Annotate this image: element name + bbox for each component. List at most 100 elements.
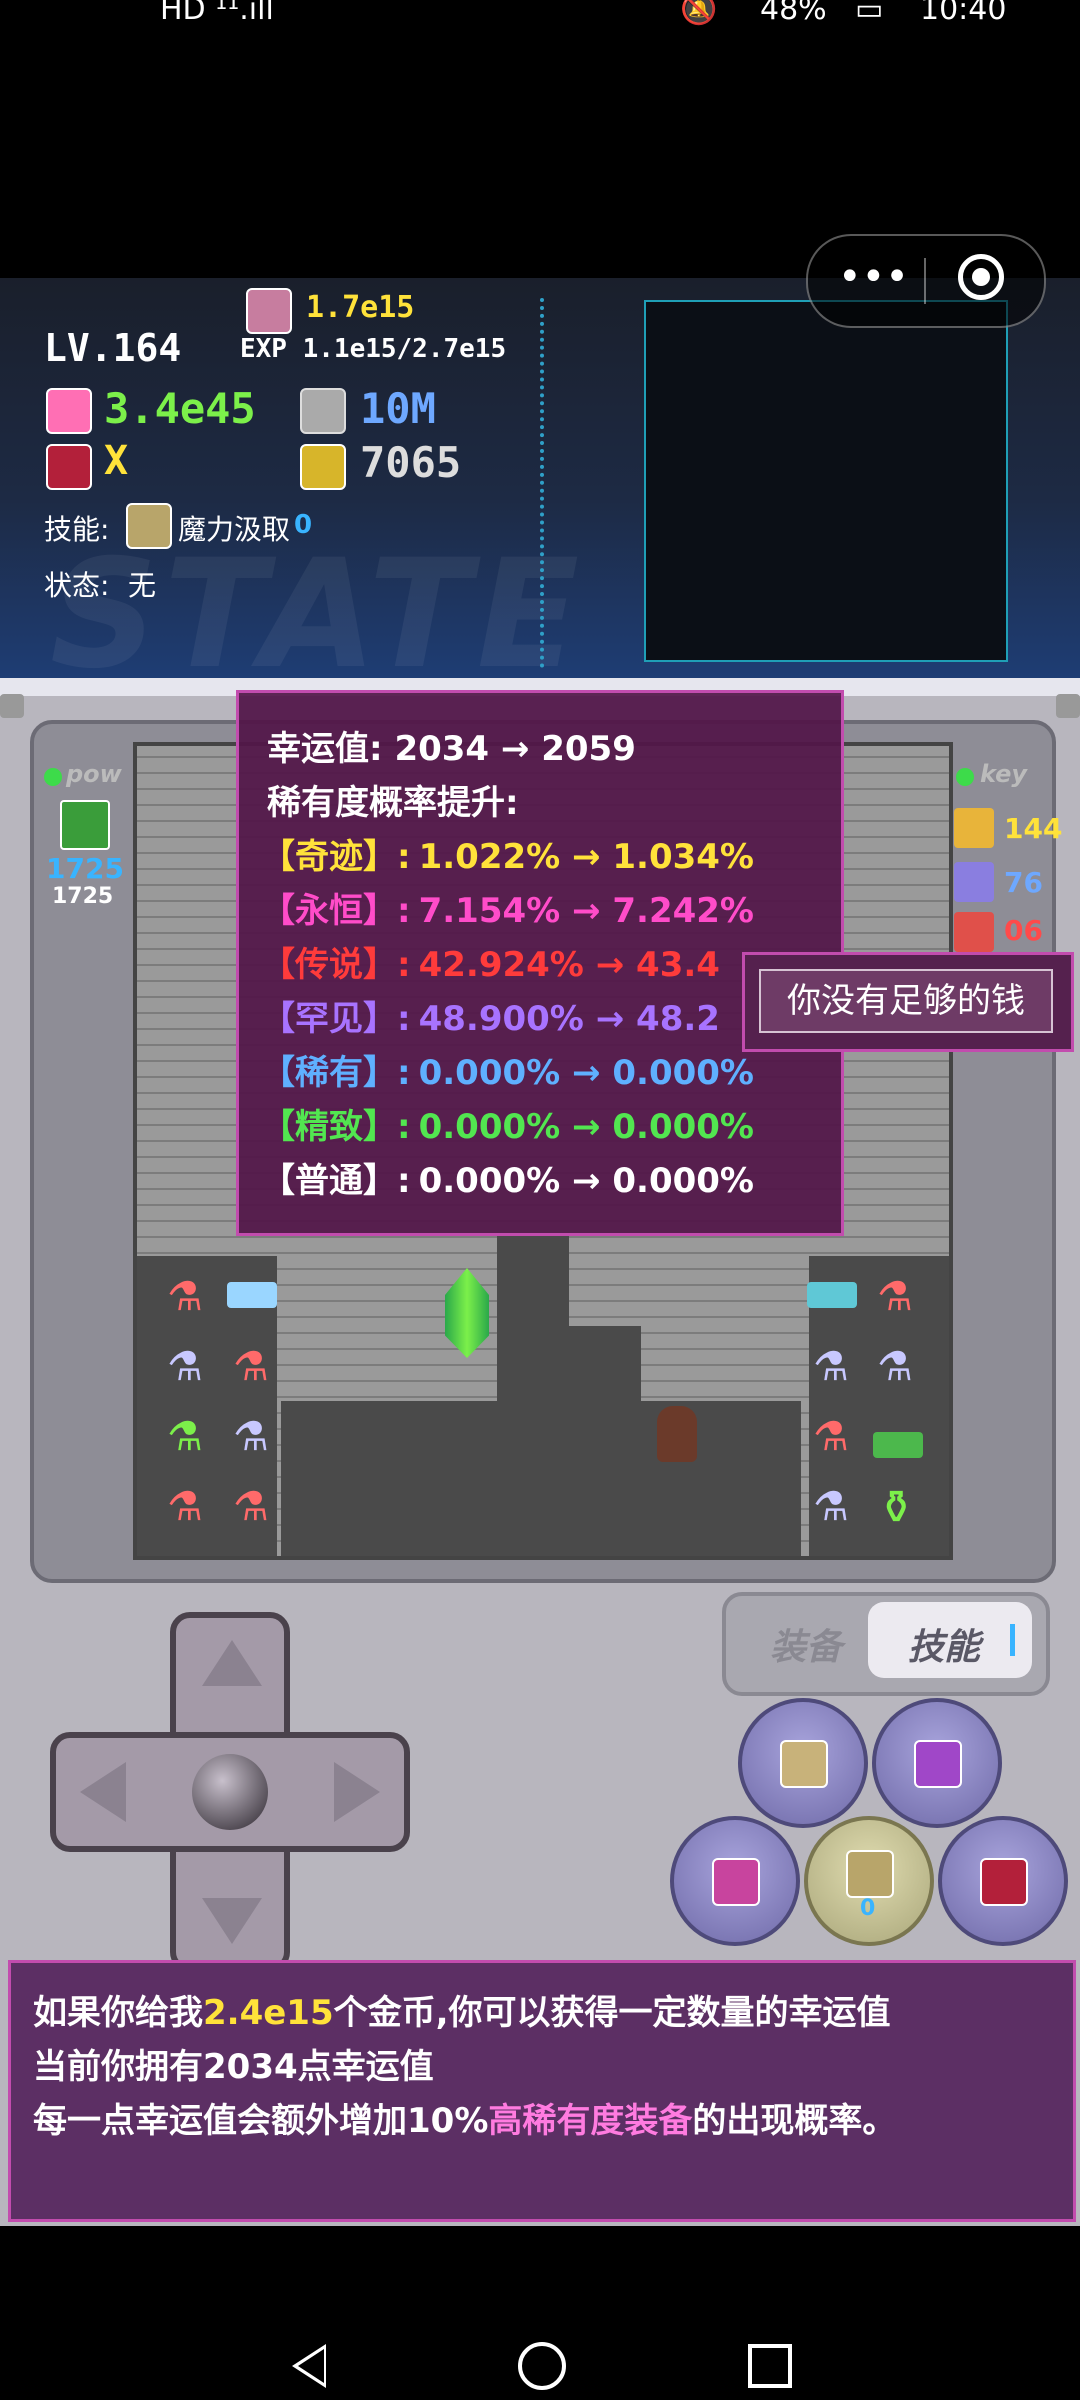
dpad-center (192, 1754, 268, 1830)
spellbook-icon[interactable] (227, 1282, 277, 1308)
rarity-value: 0.000% → 0.000% (418, 1161, 754, 1201)
rarity-row: 【稀有】: 0.000% → 0.000% (261, 1045, 754, 1094)
red-potion-icon[interactable]: ⚗ (167, 1484, 203, 1530)
teal-book-icon[interactable] (807, 1282, 857, 1308)
rarity-value: 0.000% → 0.000% (418, 1053, 754, 1093)
tab-indicator (1010, 1624, 1015, 1656)
close-miniprogram-icon[interactable] (958, 254, 1004, 300)
skill-button-sword[interactable] (938, 1816, 1068, 1946)
dialog-text: 点幸运值 (297, 2047, 434, 2087)
status-bar: HD ¹¹.ıll 🔕 48% ▭ 10:40 (0, 0, 1080, 40)
key-indicator (956, 768, 974, 786)
gold-value: 1.7e15 (306, 290, 415, 325)
green-potion-icon[interactable]: ⚗ (167, 1414, 203, 1460)
pow-value: 1725 (46, 852, 124, 885)
exp: EXP 1.1e15/2.7e15 (240, 334, 507, 364)
book-icon[interactable] (60, 800, 110, 850)
signal-indicator: HD ¹¹.ıll (160, 0, 274, 27)
dialog-text: 的出现概率。 (692, 2101, 897, 2141)
dpad-right-arrow[interactable] (334, 1762, 380, 1822)
rarity-name: 【奇迹】: (261, 837, 411, 877)
skill-button-active[interactable]: 0 (804, 1816, 934, 1946)
dpad-down-arrow[interactable] (202, 1898, 262, 1944)
magic-drain-icon (126, 503, 172, 549)
luck-line: 幸运值: 2034 → 2059 (267, 721, 636, 770)
home-icon[interactable] (518, 2342, 566, 2390)
dialog-text: 个金币,你可以获得一定数量的幸运值 (333, 1993, 891, 2033)
skill-level: 0 (294, 510, 313, 540)
skill-button-wing[interactable] (872, 1698, 1002, 1828)
recents-icon[interactable] (748, 2344, 792, 2388)
green-book-icon[interactable] (873, 1432, 923, 1458)
system-navbar (0, 2226, 1080, 2400)
blue-key-count: 76 (1004, 866, 1043, 899)
yellow-key-icon (954, 808, 994, 848)
npc-dialog[interactable]: 如果你给我2.4e15个金币,你可以获得一定数量的幸运值 当前你拥有2034点幸… (8, 1960, 1076, 2222)
red-key-icon (954, 912, 994, 952)
pow-indicator (44, 768, 62, 786)
corridor-step (569, 1326, 641, 1556)
shield-icon (300, 444, 346, 490)
tab-skill[interactable]: 技能 (908, 1618, 980, 1670)
feather-icon (712, 1858, 760, 1906)
dialog-highlight: 高稀有度装备 (488, 2101, 693, 2141)
rarity-value: 0.000% → 0.000% (418, 1107, 754, 1147)
dialog-text: 当前你拥有 (33, 2047, 203, 2087)
state-value: 无 (128, 569, 157, 602)
rarity-name: 【永恒】: (261, 891, 411, 931)
capsule-divider (924, 258, 926, 304)
red-potion-icon[interactable]: ⚗ (813, 1414, 849, 1460)
attack-value: X (104, 438, 129, 484)
rarity-name: 【罕见】: (261, 999, 411, 1039)
red-potion-icon[interactable]: ⚗ (877, 1274, 913, 1320)
blue-potion-icon[interactable]: ⚗ (813, 1344, 849, 1390)
tab-equip[interactable]: 装备 (770, 1618, 842, 1670)
defense-value: 7065 (360, 438, 462, 487)
mana-value: 10M (360, 384, 436, 433)
skill-name: 魔力汲取 (178, 513, 291, 546)
sword-icon (46, 444, 92, 490)
mute-icon: 🔕 (680, 0, 718, 27)
blue-potion-icon[interactable]: ⚗ (813, 1484, 849, 1530)
dpad-left-arrow[interactable] (80, 1762, 126, 1822)
battery-icon: ▭ (855, 0, 884, 27)
red-potion-icon[interactable]: ⚗ (167, 1274, 203, 1320)
wing-icon (914, 1740, 962, 1788)
more-icon[interactable]: ••• (838, 254, 909, 300)
red-potion-icon[interactable]: ⚗ (233, 1484, 269, 1530)
dialog-percent: 10% (407, 2101, 489, 2141)
hero-sprite (657, 1406, 697, 1462)
miniprogram-capsule: ••• (806, 234, 1046, 328)
dialog-text: 如果你给我 (33, 1993, 203, 2033)
skill-button-drain[interactable] (738, 1698, 868, 1828)
dpad-up-arrow[interactable] (202, 1640, 262, 1686)
rarity-name: 【稀有】: (261, 1053, 411, 1093)
red-key-count: 06 (1004, 914, 1043, 947)
rail-cap-right (1056, 694, 1080, 718)
rarity-value: 42.924% → 43.4 (418, 945, 720, 985)
rarity-row: 【精致】: 0.000% → 0.000% (261, 1099, 754, 1148)
dpad[interactable] (50, 1612, 410, 1972)
red-potion-icon[interactable]: ⚗ (233, 1344, 269, 1390)
rarity-name: 【精致】: (261, 1107, 411, 1147)
luck-change: 2034 → 2059 (394, 729, 636, 769)
mana-orb-icon (300, 388, 346, 434)
dialog-gold-amount: 2.4e15 (203, 1993, 334, 2033)
skill-button-feather[interactable] (670, 1816, 800, 1946)
dialog-line-3: 每一点幸运值会额外增加10%高稀有度装备的出现概率。 (33, 2093, 896, 2142)
rail-cap-left (0, 694, 24, 718)
rarity-value: 48.900% → 48.2 (418, 999, 720, 1039)
blue-potion-icon[interactable]: ⚗ (877, 1344, 913, 1390)
blue-potion-icon[interactable]: ⚗ (167, 1344, 203, 1390)
rarity-name: 【传说】: (261, 945, 411, 985)
hp-value: 3.4e45 (104, 384, 256, 433)
back-icon-inner (298, 2349, 324, 2383)
dialog-line-2: 当前你拥有2034点幸运值 (33, 2039, 434, 2088)
green-flask-icon[interactable]: ⚱ (877, 1480, 916, 1534)
clock: 10:40 (920, 0, 1007, 27)
rarity-row: 【永恒】: 7.154% → 7.242% (261, 883, 754, 932)
rarity-value: 1.022% → 1.034% (418, 837, 754, 877)
rarity-row: 【传说】: 42.924% → 43.4 (261, 937, 720, 986)
pow-label: pow (66, 760, 122, 788)
blue-potion-icon[interactable]: ⚗ (233, 1414, 269, 1460)
